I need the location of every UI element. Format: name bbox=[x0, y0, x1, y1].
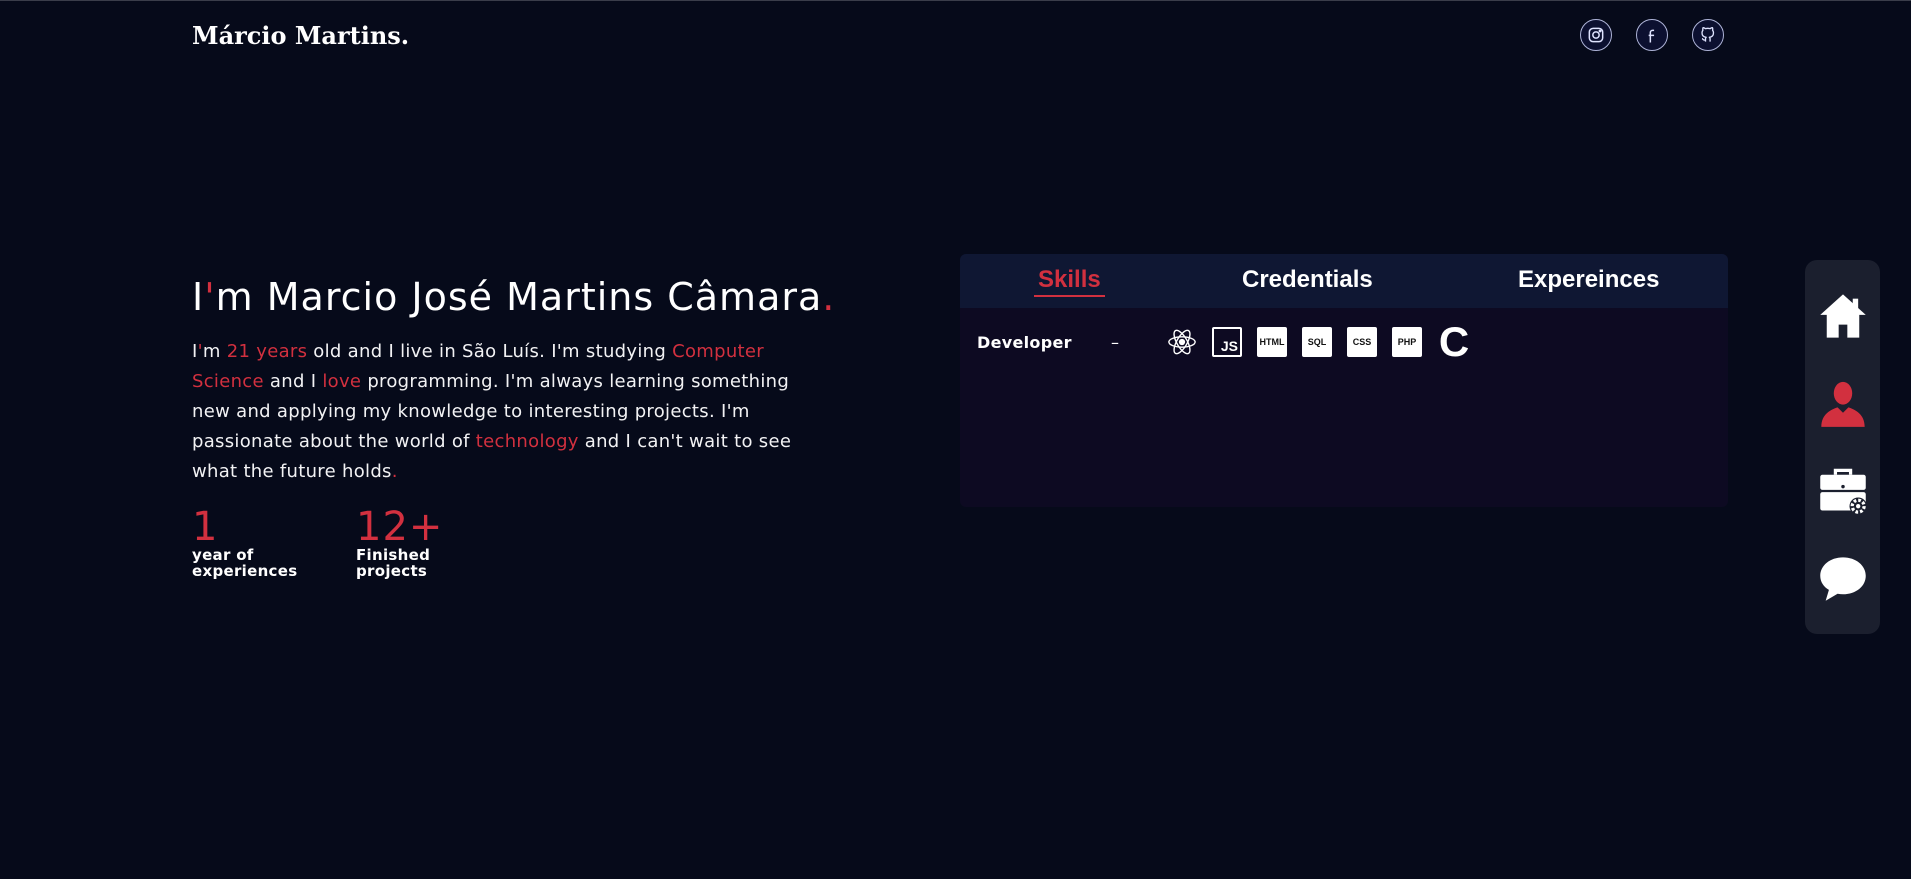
stats: 1 year of experiences 12+ Finished proje… bbox=[192, 507, 520, 579]
bio-highlight-technology: technology bbox=[475, 431, 579, 452]
bio-text: old and I live in São Luís. I'm studying bbox=[307, 341, 673, 362]
github-icon[interactable] bbox=[1692, 19, 1724, 51]
skill-row-developer: Developer – JS HTML SQL CSS PHP C bbox=[977, 318, 1471, 365]
home-icon[interactable] bbox=[1815, 288, 1871, 344]
bio-highlight-love: love bbox=[322, 371, 362, 392]
c-language-icon: C bbox=[1438, 318, 1470, 365]
bio-paragraph: I'm 21 years old and I live in São Luís.… bbox=[192, 337, 812, 487]
title-dot: . bbox=[822, 275, 836, 319]
react-icon bbox=[1167, 327, 1197, 357]
stat-experience: 1 year of experiences bbox=[192, 507, 356, 579]
user-icon[interactable] bbox=[1815, 375, 1871, 431]
stat-value: 12+ bbox=[356, 504, 444, 550]
title-text: m Marcio José Martins Câmara bbox=[215, 275, 823, 319]
bio-text: m bbox=[202, 341, 227, 362]
html-icon: HTML bbox=[1257, 327, 1287, 357]
bio-highlight-age: 21 years bbox=[226, 341, 308, 362]
tab-experiences[interactable]: Expereinces bbox=[1518, 266, 1659, 294]
skills-card: Skills Credentials Expereinces Developer… bbox=[960, 254, 1728, 507]
tab-skills[interactable]: Skills bbox=[1034, 266, 1105, 297]
php-icon: PHP bbox=[1392, 327, 1422, 357]
intro-section: I'm Marcio José Martins Câmara. I'm 21 y… bbox=[192, 275, 892, 487]
header: Márcio Martins. bbox=[0, 1, 1911, 75]
intro-title: I'm Marcio José Martins Câmara. bbox=[192, 275, 892, 319]
side-navigation bbox=[1805, 260, 1880, 634]
briefcase-icon[interactable] bbox=[1815, 463, 1871, 519]
tab-bar: Skills Credentials Expereinces bbox=[960, 254, 1728, 308]
stat-label: projects bbox=[356, 562, 428, 580]
stat-label: experiences bbox=[192, 562, 298, 580]
title-apostrophe: ' bbox=[204, 275, 216, 319]
tab-credentials[interactable]: Credentials bbox=[1242, 266, 1373, 294]
social-links bbox=[1580, 19, 1724, 51]
bio-highlight-dot: . bbox=[391, 461, 398, 482]
javascript-icon: JS bbox=[1212, 327, 1242, 357]
bio-text: and I bbox=[263, 371, 323, 392]
site-logo[interactable]: Márcio Martins. bbox=[192, 21, 409, 50]
stat-label: year of bbox=[192, 546, 254, 564]
instagram-icon[interactable] bbox=[1580, 19, 1612, 51]
chat-icon[interactable] bbox=[1815, 550, 1871, 606]
skill-separator: – bbox=[1111, 332, 1119, 352]
stat-projects: 12+ Finished projects bbox=[356, 507, 520, 579]
skill-name: Developer bbox=[977, 332, 1072, 352]
css-icon: CSS bbox=[1347, 327, 1377, 357]
title-i: I bbox=[192, 275, 205, 319]
skill-icons: JS HTML SQL CSS PHP C bbox=[1167, 318, 1471, 365]
facebook-icon[interactable] bbox=[1636, 19, 1668, 51]
stat-value: 1 bbox=[192, 504, 219, 550]
sql-icon: SQL bbox=[1302, 327, 1332, 357]
